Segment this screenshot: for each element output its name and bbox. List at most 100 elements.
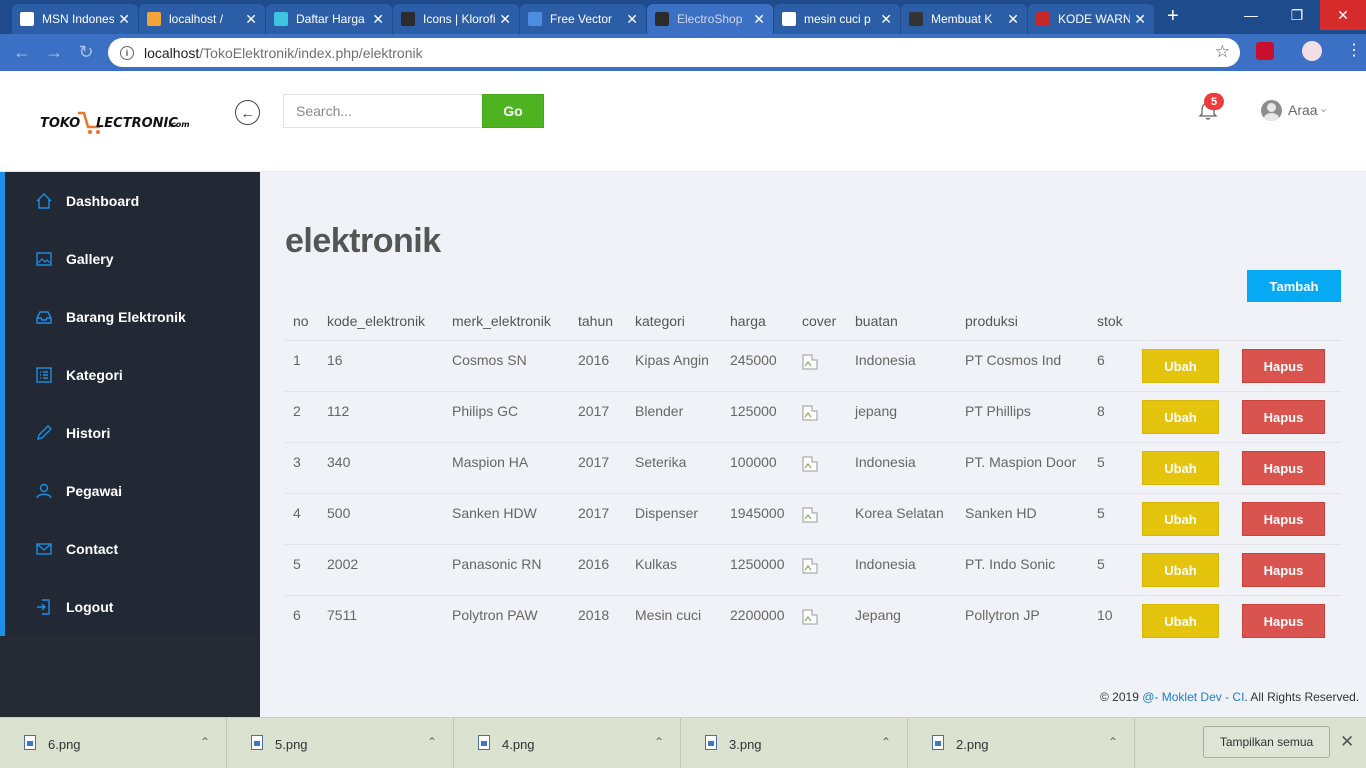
close-tab-icon[interactable]: ✕ <box>753 11 765 28</box>
url-path: /TokoElektronik/index.php/elektronik <box>199 44 423 61</box>
table-cell-kategori: Blender <box>635 403 684 419</box>
minimize-icon[interactable]: — <box>1228 0 1274 30</box>
close-window-icon[interactable]: ✕ <box>1320 0 1366 30</box>
edit-button[interactable]: Ubah <box>1142 451 1219 485</box>
delete-button[interactable]: Hapus <box>1242 400 1325 434</box>
close-tab-icon[interactable]: ✕ <box>372 11 384 28</box>
download-filename: 4.png <box>502 737 535 752</box>
footer-link[interactable]: @- Moklet Dev - CI <box>1142 690 1244 704</box>
delete-button[interactable]: Hapus <box>1242 451 1325 485</box>
edit-button[interactable]: Ubah <box>1142 502 1219 536</box>
table-cell-no: 3 <box>293 454 301 470</box>
close-tab-icon[interactable]: ✕ <box>880 11 892 28</box>
table-cell-buatan: Jepang <box>855 607 901 623</box>
sidebar-item-barang-elektronik[interactable]: Barang Elektronik <box>5 288 260 346</box>
download-item[interactable]: 4.png ⌃ <box>454 718 681 768</box>
add-item-button[interactable]: Tambah <box>1247 270 1341 302</box>
table-cell-kategori: Kulkas <box>635 556 678 572</box>
flash-extension-icon[interactable] <box>1256 42 1274 60</box>
back-arrow-icon[interactable]: ← <box>6 42 38 63</box>
table-cell-produksi: Pollytron JP <box>965 607 1040 623</box>
browser-tab[interactable]: Daftar Harga ✕ <box>266 4 392 34</box>
table-cell-stok: 8 <box>1097 403 1105 419</box>
chevron-up-icon[interactable]: ⌃ <box>200 735 210 749</box>
toko-electronic-logo: TOKO LECTRONIC .com <box>40 111 190 134</box>
search-input[interactable]: Search... <box>283 94 483 128</box>
download-item[interactable]: 5.png ⌃ <box>227 718 454 768</box>
edit-button[interactable]: Ubah <box>1142 553 1219 587</box>
sidebar-item-histori[interactable]: Histori <box>5 404 260 462</box>
table-cell-no: 1 <box>293 352 301 368</box>
sidebar-item-pegawai[interactable]: Pegawai <box>5 462 260 520</box>
download-item[interactable]: 3.png ⌃ <box>681 718 908 768</box>
close-shelf-icon[interactable]: ✕ <box>1340 732 1354 752</box>
delete-button[interactable]: Hapus <box>1242 502 1325 536</box>
close-tab-icon[interactable]: ✕ <box>1007 11 1019 28</box>
reload-icon[interactable]: ↻ <box>70 42 102 63</box>
leaf-icon <box>401 12 415 26</box>
tab-title: Membuat K <box>931 12 993 26</box>
download-item[interactable]: 2.png ⌃ <box>908 718 1135 768</box>
browser-tab[interactable]: MSN Indonesia✕ <box>12 4 138 34</box>
sidebar-item-logout[interactable]: Logout <box>5 578 260 636</box>
table-cell-merk-elektronik: Cosmos SN <box>452 352 527 368</box>
sidebar-item-dashboard[interactable]: Dashboard <box>5 172 260 230</box>
browser-tab[interactable]: Free Vector ✕ <box>520 4 646 34</box>
delete-button[interactable]: Hapus <box>1242 349 1325 383</box>
tab-title: KODE WARNA <box>1058 12 1131 26</box>
avatar[interactable] <box>1261 100 1282 121</box>
chevron-down-icon[interactable]: ⌄ <box>1319 102 1328 115</box>
broken-image-icon <box>802 609 818 625</box>
address-toolbar: ← → ↻ i localhost/TokoElektronik/index.p… <box>0 34 1366 71</box>
table-cell-no: 4 <box>293 505 301 521</box>
url-bar[interactable]: i localhost/TokoElektronik/index.php/ele… <box>108 38 1240 67</box>
svg-text:.com: .com <box>168 120 190 129</box>
show-all-downloads-button[interactable]: Tampilkan semua <box>1203 726 1330 758</box>
chevron-up-icon[interactable]: ⌃ <box>654 735 664 749</box>
profile-icon[interactable] <box>1302 41 1322 61</box>
browser-tab[interactable]: localhost / ✕ <box>139 4 265 34</box>
tab-title: MSN Indonesia <box>42 12 115 26</box>
edit-button[interactable]: Ubah <box>1142 349 1219 383</box>
download-item[interactable]: 6.png ⌃ <box>0 718 227 768</box>
sidebar-item-kategori[interactable]: Kategori <box>5 346 260 404</box>
browser-tab[interactable]: mesin cuci p ✕ <box>774 4 900 34</box>
download-filename: 2.png <box>956 737 989 752</box>
sidebar-toggle-arrow-icon[interactable]: ← <box>235 100 260 125</box>
table-cell-no: 6 <box>293 607 301 623</box>
bookmark-star-icon[interactable]: ☆ <box>1215 42 1230 62</box>
sidebar-item-contact[interactable]: Contact <box>5 520 260 578</box>
chevron-up-icon[interactable]: ⌃ <box>427 735 437 749</box>
table-cell-harga: 1945000 <box>730 505 785 521</box>
browser-tab[interactable]: KODE WARNA✕ <box>1028 4 1154 34</box>
info-icon[interactable]: i <box>120 45 134 60</box>
column-header: no <box>293 313 309 329</box>
new-tab-button[interactable]: + <box>1167 5 1179 28</box>
browser-tab[interactable]: Icons | Klorofil ✕ <box>393 4 519 34</box>
sidebar-item-gallery[interactable]: Gallery <box>5 230 260 288</box>
tab-list: MSN Indonesia✕localhost / ✕Daftar Harga✕… <box>0 0 1155 34</box>
browser-tab[interactable]: Membuat K ✕ <box>901 4 1027 34</box>
forward-arrow-icon[interactable]: → <box>38 42 70 63</box>
column-header: buatan <box>855 313 898 329</box>
chevron-up-icon[interactable]: ⌃ <box>881 735 891 749</box>
close-tab-icon[interactable]: ✕ <box>499 11 511 28</box>
edit-button[interactable]: Ubah <box>1142 400 1219 434</box>
chevron-up-icon[interactable]: ⌃ <box>1108 735 1118 749</box>
restore-icon[interactable]: ❐ <box>1274 0 1320 30</box>
close-tab-icon[interactable]: ✕ <box>626 11 638 28</box>
close-tab-icon[interactable]: ✕ <box>118 11 130 28</box>
user-name[interactable]: Araa <box>1288 102 1318 118</box>
table-cell-tahun: 2017 <box>578 403 610 419</box>
close-tab-icon[interactable]: ✕ <box>1134 11 1146 28</box>
delete-button[interactable]: Hapus <box>1242 553 1325 587</box>
delete-button[interactable]: Hapus <box>1242 604 1325 638</box>
close-tab-icon[interactable]: ✕ <box>245 11 257 28</box>
edit-button[interactable]: Ubah <box>1142 604 1219 638</box>
menu-dots-icon[interactable]: ⋮ <box>1346 40 1362 60</box>
browser-tab[interactable]: ElectroShop ✕ <box>647 4 773 34</box>
table-cell-kode-elektronik: 7511 <box>327 607 358 623</box>
column-header: cover <box>802 313 837 329</box>
search-go-button[interactable]: Go <box>482 94 544 128</box>
table-cell-tahun: 2018 <box>578 607 610 623</box>
